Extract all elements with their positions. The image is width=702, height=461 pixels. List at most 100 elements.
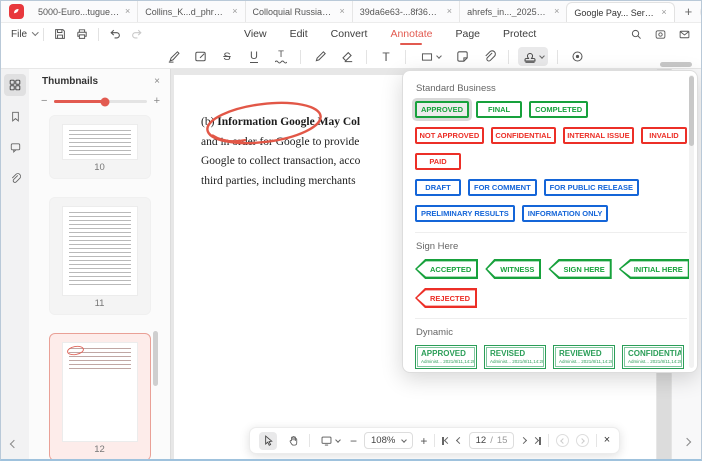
scrollbar-thumb[interactable] bbox=[660, 62, 692, 67]
dynamic-stamp-button[interactable]: APPROVED Administ... 2021/8/11,14:28:28 bbox=[415, 345, 477, 369]
document-tab[interactable]: 5000-Euro...tuguese * bbox=[31, 1, 137, 22]
slider-plus-button[interactable]: + bbox=[154, 96, 160, 107]
underline-tool-icon[interactable]: U bbox=[244, 47, 264, 66]
scrollbar-thumb[interactable] bbox=[153, 331, 158, 386]
tab-close-icon[interactable] bbox=[661, 8, 666, 17]
comments-panel-button[interactable] bbox=[4, 136, 26, 158]
close-panel-icon[interactable]: × bbox=[154, 76, 160, 87]
print-button[interactable] bbox=[75, 27, 89, 41]
stamp-label: COMPLETED bbox=[535, 105, 582, 114]
arrow-stamp-button[interactable]: REJECTED bbox=[415, 288, 477, 308]
stamp-button[interactable]: FINAL bbox=[476, 101, 522, 118]
slider-knob[interactable] bbox=[101, 97, 110, 106]
view-mode-button[interactable] bbox=[317, 432, 343, 450]
menu-item[interactable]: Convert bbox=[331, 24, 368, 44]
sticky-note-tool-icon[interactable] bbox=[452, 47, 472, 66]
file-menu[interactable]: File bbox=[11, 29, 38, 40]
stamp-button[interactable]: COMPLETED bbox=[529, 101, 588, 118]
highlight-tool-icon[interactable] bbox=[163, 47, 183, 66]
menu-item[interactable]: Protect bbox=[503, 24, 536, 44]
stamp-button[interactable]: INVALID bbox=[641, 127, 687, 144]
menu-item[interactable]: Page bbox=[455, 24, 480, 44]
next-page-button[interactable] bbox=[520, 437, 527, 444]
stamp-button[interactable]: INTERNAL ISSUE bbox=[563, 127, 634, 144]
undo-button[interactable] bbox=[108, 27, 122, 41]
first-page-button[interactable] bbox=[442, 437, 449, 445]
zoom-out-button[interactable]: − bbox=[350, 435, 357, 447]
area-highlight-tool-icon[interactable] bbox=[190, 47, 210, 66]
zoom-level-value: 108% bbox=[371, 435, 395, 446]
document-tab[interactable]: Collins_K...d_phrases bbox=[137, 1, 244, 22]
tab-close-icon[interactable] bbox=[554, 7, 559, 16]
scrollbar-thumb[interactable] bbox=[689, 76, 694, 146]
strikethrough-tool-icon[interactable]: S bbox=[217, 47, 237, 66]
doc-line: Google to collect transaction, acco bbox=[201, 152, 360, 172]
text-tool-icon[interactable]: T bbox=[376, 47, 396, 66]
zoom-level-select[interactable]: 108% bbox=[364, 432, 413, 449]
menu-item[interactable]: Edit bbox=[290, 24, 308, 44]
document-tab[interactable]: Colloquial Russian 2 bbox=[245, 1, 352, 22]
dynamic-stamp-button[interactable]: CONFIDENTIAL Administ... 2021/8/11,14:28… bbox=[622, 345, 684, 369]
stamp-button[interactable]: FOR PUBLIC RELEASE bbox=[544, 179, 639, 196]
zoom-in-button[interactable]: + bbox=[420, 435, 427, 447]
shapes-tool-button[interactable] bbox=[415, 47, 445, 66]
tab-close-icon[interactable] bbox=[447, 7, 452, 16]
pencil-tool-icon[interactable] bbox=[310, 47, 330, 66]
tab-close-icon[interactable] bbox=[125, 7, 130, 16]
attachments-panel-button[interactable] bbox=[4, 167, 26, 189]
close-toolbar-button[interactable]: × bbox=[604, 435, 610, 446]
thumbnails-panel-button[interactable] bbox=[4, 74, 26, 96]
page-thumbnail-card[interactable]: 10 bbox=[49, 115, 151, 179]
arrow-stamp-button[interactable]: WITNESS bbox=[485, 259, 541, 279]
tab-close-icon[interactable] bbox=[232, 7, 237, 16]
document-tab[interactable]: 39da6e63-...8f36aa7ad bbox=[352, 1, 459, 22]
attachment-tool-icon[interactable] bbox=[479, 47, 499, 66]
last-page-button[interactable] bbox=[533, 437, 540, 445]
stamp-button[interactable]: PAID bbox=[415, 153, 461, 170]
dynamic-stamp-button[interactable]: REVISED Administ... 2021/8/11,14:28:28 bbox=[484, 345, 546, 369]
collapse-sidebar-button[interactable] bbox=[10, 440, 18, 448]
arrow-stamp-button[interactable]: INITIAL HERE bbox=[619, 259, 690, 279]
stamp-button[interactable]: DRAFT bbox=[415, 179, 461, 196]
document-tab[interactable]: Google Pay... Service * bbox=[566, 2, 674, 22]
hand-tool-button[interactable] bbox=[284, 432, 302, 450]
slider-track[interactable] bbox=[54, 100, 146, 103]
mail-icon[interactable] bbox=[678, 28, 691, 41]
stamp-button[interactable]: APPROVED bbox=[415, 101, 469, 118]
stamp-button[interactable]: NOT APPROVED bbox=[415, 127, 484, 144]
arrow-stamp-button[interactable]: SIGN HERE bbox=[548, 259, 611, 279]
redo-button[interactable] bbox=[130, 27, 144, 41]
bookmarks-panel-button[interactable] bbox=[4, 105, 26, 127]
previous-page-button[interactable] bbox=[456, 437, 463, 444]
arrow-stamp-button[interactable]: ACCEPTED bbox=[415, 259, 478, 279]
slider-minus-button[interactable]: − bbox=[41, 96, 47, 107]
stamp-button[interactable]: INFORMATION ONLY bbox=[522, 205, 609, 222]
document-tab[interactable]: ahrefs_in..._20250825 bbox=[459, 1, 566, 22]
stamp-button[interactable]: FOR COMMENT bbox=[468, 179, 537, 196]
eraser-tool-icon[interactable] bbox=[337, 47, 357, 66]
new-tab-button[interactable]: + bbox=[685, 5, 693, 18]
page-thumbnail-card[interactable]: 12 bbox=[49, 333, 151, 461]
capture-icon[interactable] bbox=[654, 28, 667, 41]
stamp-button[interactable]: PRELIMINARY RESULTS bbox=[415, 205, 515, 222]
expand-right-panel-button[interactable] bbox=[683, 438, 691, 446]
select-tool-button[interactable] bbox=[259, 432, 277, 450]
menu-item[interactable]: View bbox=[244, 24, 267, 44]
section-title: Standard Business bbox=[416, 83, 687, 94]
page-number-input[interactable]: 12 / 15 bbox=[469, 432, 515, 449]
stamp-row: REJECTED bbox=[415, 288, 687, 308]
red-ellipse-annotation[interactable] bbox=[188, 93, 340, 153]
stamp-button[interactable]: CONFIDENTIAL bbox=[491, 127, 556, 144]
squiggly-underline-tool-icon[interactable]: T bbox=[271, 47, 291, 66]
search-icon[interactable] bbox=[630, 28, 643, 41]
menu-item[interactable]: Annotate bbox=[390, 24, 432, 44]
save-button[interactable] bbox=[53, 27, 67, 41]
dynamic-stamp-button[interactable]: REVIEWED Administ... 2021/8/11,14:28:28 bbox=[553, 345, 615, 369]
view-history-back-button[interactable] bbox=[556, 434, 569, 447]
tab-title: Google Pay... Service * bbox=[574, 8, 656, 18]
eye-tool-icon[interactable] bbox=[567, 47, 587, 66]
view-history-forward-button[interactable] bbox=[576, 434, 589, 447]
stamp-tool-button[interactable] bbox=[518, 47, 548, 66]
page-thumbnail-card[interactable]: 11 bbox=[49, 197, 151, 315]
tab-close-icon[interactable] bbox=[340, 7, 345, 16]
